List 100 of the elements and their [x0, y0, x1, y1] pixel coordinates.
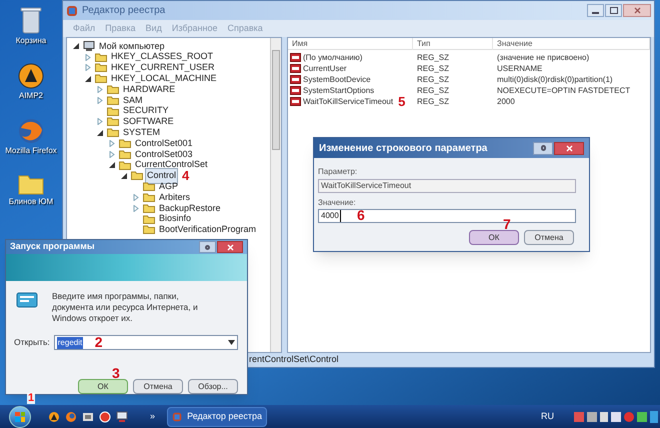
registry-icon — [172, 410, 182, 422]
minimize-button[interactable] — [587, 4, 604, 17]
folder-icon — [107, 96, 119, 105]
maximize-button[interactable] — [605, 4, 622, 17]
folder-icon — [143, 182, 155, 192]
collapse-arrow-icon[interactable] — [109, 162, 116, 168]
string-value-icon — [290, 64, 301, 73]
folder-icon — [95, 74, 107, 84]
folder-icon — [131, 171, 143, 180]
table-cell-text: REG_SZ — [416, 74, 450, 86]
dialog-button[interactable]: Обзор... — [188, 379, 238, 394]
folder-icon — [107, 117, 119, 126]
quick-launch-overflow[interactable]: » — [150, 410, 156, 424]
table-cell-text: (значение не присвоено) — [496, 52, 590, 64]
dialog-title: Изменение строкового параметра — [319, 142, 488, 156]
parameter-name-field: WaitToKillServiceTimeout — [318, 179, 576, 193]
string-value-icon — [290, 75, 301, 84]
table-cell-text: USERNAME — [496, 62, 542, 74]
string-value-icon — [290, 86, 301, 95]
help-button[interactable] — [199, 241, 216, 254]
table-cell-text: 2000 — [496, 96, 515, 108]
folder-icon — [107, 106, 119, 116]
close-icon — [566, 144, 572, 152]
start-button[interactable] — [9, 406, 31, 428]
step-number: 3 — [112, 366, 120, 380]
open-combo-box[interactable]: regedit 2 — [54, 335, 238, 350]
string-value-icon — [290, 53, 301, 62]
folder-icon — [95, 63, 107, 72]
field-label: Параметр: — [318, 166, 358, 178]
close-button[interactable] — [217, 241, 243, 254]
table-cell: (По умолчанию) — [303, 52, 362, 64]
table-cell-text: REG_SZ — [416, 84, 450, 96]
instruction-text: Введите имя программы, папки, документа или ресурса Интернета, и Windows откроет их. — [52, 291, 199, 324]
computer-icon[interactable] — [116, 410, 128, 422]
folder-icon — [119, 160, 131, 170]
window-title: Редактор реестра — [82, 4, 166, 18]
folder-icon — [119, 139, 131, 148]
folder-icon — [119, 150, 131, 159]
dialog-button[interactable]: ОК — [469, 230, 519, 245]
folder-icon — [143, 225, 155, 234]
folder-icon — [143, 214, 155, 224]
tree-item[interactable]: BootVerificationProgram — [158, 223, 258, 237]
collapse-arrow-icon[interactable] — [73, 43, 80, 50]
close-icon — [226, 244, 234, 251]
step-number: 6 — [357, 206, 365, 225]
recycle-bin-icon[interactable] — [20, 6, 42, 34]
dialog-button[interactable]: ОК — [78, 379, 128, 394]
table-cell: SystemStartOptions — [303, 84, 374, 96]
scrollbar[interactable] — [270, 38, 281, 352]
desktop-icon-label[interactable]: AIMP2 — [18, 91, 43, 100]
field-label: Значение: — [318, 197, 357, 209]
table-cell: SystemBootDevice — [303, 74, 371, 86]
dropdown-arrow-icon — [228, 340, 235, 345]
desktop-icon-label[interactable]: Блинов ЮМ — [8, 197, 54, 206]
media-icon[interactable] — [82, 410, 94, 422]
collapse-arrow-icon[interactable] — [121, 172, 128, 179]
run-icon — [16, 291, 38, 309]
computer-icon — [83, 41, 95, 52]
system-tray-icons[interactable] — [574, 410, 658, 422]
table-cell-text: REG_SZ — [416, 96, 450, 108]
folder-icon[interactable] — [18, 173, 44, 195]
player-icon[interactable] — [48, 410, 60, 422]
step-number: 2 — [94, 333, 103, 352]
dialog-button[interactable]: Отмена — [524, 230, 574, 245]
table-cell-text: REG_SZ — [416, 52, 450, 64]
value-input[interactable]: 4000 — [321, 210, 341, 222]
close-button[interactable] — [623, 4, 651, 17]
table-cell: CurrentUser — [303, 62, 347, 74]
help-button[interactable] — [533, 142, 553, 154]
folder-icon — [107, 85, 119, 94]
table-cell-text: NOEXECUTE=OPTIN FASTDETECT — [496, 84, 630, 96]
browser-icon[interactable] — [65, 410, 77, 422]
step-number: 7 — [503, 217, 511, 231]
close-button[interactable] — [554, 142, 584, 154]
desktop-icon-label[interactable]: Корзина — [16, 36, 46, 45]
tree-item[interactable]: SOFTWARE — [122, 115, 175, 129]
column-header[interactable]: Значение — [493, 38, 650, 50]
tree-item[interactable]: Control — [146, 169, 178, 183]
column-header[interactable]: Имя — [288, 38, 413, 50]
collapse-arrow-icon[interactable] — [97, 130, 104, 136]
column-header[interactable]: Тип — [413, 38, 493, 50]
dialog-button[interactable]: Отмена — [133, 379, 183, 394]
table-cell: WaitToKillServiceTimeout — [303, 96, 394, 108]
table-cell-text: REG_SZ — [416, 62, 450, 74]
tree-item[interactable]: HKEY_CURRENT_USER — [110, 61, 216, 75]
string-value-icon — [290, 97, 301, 106]
language-indicator[interactable]: RU — [541, 410, 554, 424]
step-number: 4 — [182, 169, 190, 182]
status-bar-path: rentControlSet\Control — [249, 353, 339, 366]
dialog-title: Запуск программы — [10, 240, 95, 254]
collapse-arrow-icon[interactable] — [85, 76, 92, 82]
player-icon[interactable] — [18, 63, 44, 89]
taskbar-button[interactable]: Редактор реестра — [167, 406, 268, 426]
table-cell-text: multi(0)disk(0)rdisk(0)partition(1) — [496, 74, 613, 86]
step-number: 5 — [398, 95, 406, 108]
folder-icon — [143, 204, 155, 213]
step-number: 1 — [27, 393, 36, 404]
field-label: Открыть: — [14, 336, 50, 349]
desktop-icon-label[interactable]: Mozilla Firefox — [5, 146, 57, 155]
registry-icon — [66, 4, 78, 16]
